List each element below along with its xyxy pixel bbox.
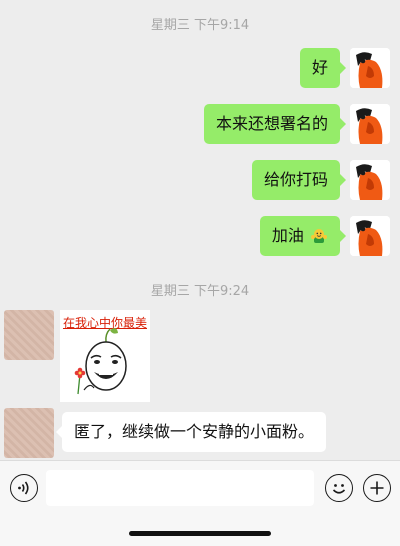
- avatar-other-mosaic[interactable]: [4, 310, 54, 360]
- add-icon: [370, 481, 384, 495]
- message-text: 好: [311, 58, 328, 77]
- message-text: 给你打码: [263, 170, 328, 189]
- emoji-icon: [332, 484, 346, 494]
- avatar-me[interactable]: [350, 104, 390, 144]
- voice-icon: [18, 481, 29, 495]
- add-button[interactable]: [363, 474, 391, 502]
- avatar-image: [350, 160, 390, 200]
- message-bubble-incoming[interactable]: 匿了，继续做一个安静的小面粉。: [55, 412, 327, 452]
- avatar-me[interactable]: [350, 216, 390, 256]
- emoji-button[interactable]: [325, 474, 353, 502]
- voice-button[interactable]: [10, 474, 38, 502]
- timestamp: 星期三 下午9:24: [150, 284, 250, 299]
- meme-face-sticker-icon: [74, 328, 127, 395]
- message-row-incoming: 匿了，继续做一个安静的小面粉。: [4, 408, 327, 458]
- avatar-other-mosaic[interactable]: [4, 408, 54, 458]
- message-row-outgoing: 本来还想署名的: [203, 104, 390, 144]
- home-indicator: [129, 531, 271, 536]
- message-text: 本来还想署名的: [215, 114, 328, 133]
- message-bubble-outgoing[interactable]: 加油: [259, 216, 347, 256]
- avatar-me[interactable]: [350, 48, 390, 88]
- message-bubble-outgoing[interactable]: 好: [299, 48, 347, 88]
- message-input[interactable]: [46, 470, 314, 506]
- message-text: 加油: [271, 226, 304, 245]
- avatar-me[interactable]: [350, 160, 390, 200]
- chat-area[interactable]: 星期三 下午9:14 好 本来还想署名的 给你打码 加油 星期三 下午9:24 …: [0, 0, 400, 460]
- avatar-image: [350, 216, 390, 256]
- message-bubble-outgoing[interactable]: 本来还想署名的: [203, 104, 347, 144]
- message-row-incoming: 在我心中你最美: [4, 310, 150, 402]
- sticker-message[interactable]: 在我心中你最美: [60, 310, 150, 402]
- timestamp: 星期三 下午9:14: [150, 18, 250, 33]
- message-row-outgoing: 好: [299, 48, 390, 88]
- cheer-emoji-icon: [311, 229, 327, 243]
- message-row-outgoing: 给你打码: [251, 160, 390, 200]
- message-bubble-outgoing[interactable]: 给你打码: [251, 160, 347, 200]
- avatar-image: [350, 104, 390, 144]
- message-text: 匿了，继续做一个安静的小面粉。: [74, 422, 315, 441]
- message-row-outgoing: 加油: [259, 216, 390, 256]
- avatar-image: [350, 48, 390, 88]
